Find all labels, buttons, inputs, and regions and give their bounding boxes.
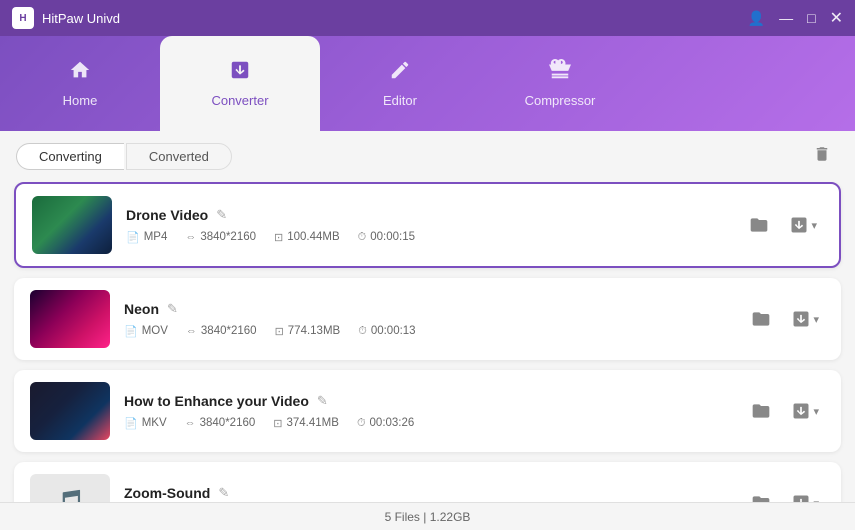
file-item-neon: Neon ✎ 📄 MOV ⇔ 3840*2160 ⊡ 774.13MB <box>14 278 841 360</box>
file-item-sound: 🎵 Zoom-Sound ✎ 📄 M4A ⇔ 320kbps <box>14 462 841 502</box>
folder-btn-enhance[interactable] <box>745 397 777 425</box>
meta-duration-neon: ⏱ 00:00:13 <box>358 325 415 338</box>
file-name-enhance: How to Enhance your Video <box>124 393 309 409</box>
thumbnail-sound: 🎵 <box>30 474 110 502</box>
meta-format-enhance: 📄 MKV <box>124 417 167 430</box>
account-icon[interactable]: 👤 <box>748 10 765 27</box>
subtab-converted[interactable]: Converted <box>126 143 232 170</box>
duration-icon-drone: ⏱ <box>358 231 367 244</box>
convert-btn-sound[interactable]: ▾ <box>785 489 825 502</box>
status-text: 5 Files | 1.22GB <box>385 510 471 524</box>
format-icon-drone: 📄 <box>126 231 140 244</box>
compressor-icon <box>549 59 571 87</box>
minimize-icon[interactable]: — <box>779 10 793 26</box>
title-bar: H HitPaw Univd 👤 — □ ✕ <box>0 0 855 36</box>
editor-icon <box>389 59 411 87</box>
file-info-drone: Drone Video ✎ 📄 MP4 ⇔ 3840*2160 ⊡ 100.44… <box>126 207 729 244</box>
convert-btn-neon[interactable]: ▾ <box>785 305 825 333</box>
folder-btn-drone[interactable] <box>743 211 775 239</box>
edit-icon-sound[interactable]: ✎ <box>218 485 229 501</box>
meta-duration-enhance: ⏱ 00:03:26 <box>357 417 414 430</box>
title-bar-controls: 👤 — □ ✕ <box>748 8 843 28</box>
tab-converter-label: Converter <box>211 93 268 108</box>
maximize-icon[interactable]: □ <box>807 10 815 26</box>
edit-icon-drone[interactable]: ✎ <box>216 207 227 223</box>
meta-resolution-enhance: ⇔ 3840*2160 <box>185 417 256 429</box>
title-bar-left: H HitPaw Univd <box>12 7 120 29</box>
file-actions-drone: ▾ <box>743 211 823 239</box>
meta-size-drone: ⊡ 100.44MB <box>274 231 340 244</box>
subtab-converting[interactable]: Converting <box>16 143 124 170</box>
meta-size-enhance: ⊡ 374.41MB <box>273 417 339 430</box>
tab-editor-label: Editor <box>383 93 417 108</box>
file-item-drone: Drone Video ✎ 📄 MP4 ⇔ 3840*2160 ⊡ 100.44… <box>14 182 841 268</box>
nav-bar: Home Converter Editor Compressor <box>0 36 855 131</box>
folder-btn-neon[interactable] <box>745 305 777 333</box>
main-content: Converting Converted Drone Video ✎ 📄 M <box>0 131 855 530</box>
file-list: Drone Video ✎ 📄 MP4 ⇔ 3840*2160 ⊡ 100.44… <box>0 182 855 502</box>
file-name-sound: Zoom-Sound <box>124 485 210 501</box>
edit-icon-enhance[interactable]: ✎ <box>317 393 328 409</box>
thumbnail-enhance <box>30 382 110 440</box>
edit-icon-neon[interactable]: ✎ <box>167 301 178 317</box>
convert-btn-enhance[interactable]: ▾ <box>785 397 825 425</box>
thumbnail-neon <box>30 290 110 348</box>
home-icon <box>69 59 91 87</box>
resolution-icon-drone: ⇔ <box>185 231 196 243</box>
convert-btn-drone[interactable]: ▾ <box>783 211 823 239</box>
tab-compressor[interactable]: Compressor <box>480 36 640 131</box>
convert-chevron-drone: ▾ <box>811 219 817 232</box>
file-actions-enhance: ▾ <box>745 397 825 425</box>
file-name-row-sound: Zoom-Sound ✎ <box>124 485 731 501</box>
sub-tabs-bar: Converting Converted <box>0 131 855 182</box>
status-bar: 5 Files | 1.22GB <box>0 502 855 530</box>
meta-resolution-neon: ⇔ 3840*2160 <box>186 325 257 337</box>
app-logo: H <box>12 7 34 29</box>
delete-all-button[interactable] <box>805 141 839 172</box>
tab-converter[interactable]: Converter <box>160 36 320 131</box>
file-name-neon: Neon <box>124 301 159 317</box>
thumbnail-drone <box>32 196 112 254</box>
sub-tabs-left: Converting Converted <box>16 143 232 170</box>
music-icon: 🎵 <box>54 488 86 503</box>
folder-btn-sound[interactable] <box>745 489 777 502</box>
meta-format-drone: 📄 MP4 <box>126 231 167 244</box>
file-info-enhance: How to Enhance your Video ✎ 📄 MKV ⇔ 3840… <box>124 393 731 430</box>
tab-editor[interactable]: Editor <box>320 36 480 131</box>
meta-resolution-drone: ⇔ 3840*2160 <box>185 231 256 243</box>
tab-compressor-label: Compressor <box>525 93 596 108</box>
meta-duration-drone: ⏱ 00:00:15 <box>358 231 415 244</box>
file-name-row-neon: Neon ✎ <box>124 301 731 317</box>
file-meta-neon: 📄 MOV ⇔ 3840*2160 ⊡ 774.13MB ⏱ 00:00:13 <box>124 325 731 338</box>
file-item-enhance: How to Enhance your Video ✎ 📄 MKV ⇔ 3840… <box>14 370 841 452</box>
convert-chevron-neon: ▾ <box>813 313 819 326</box>
meta-size-neon: ⊡ 774.13MB <box>275 325 341 338</box>
app-title: HitPaw Univd <box>42 11 120 26</box>
file-name-row-drone: Drone Video ✎ <box>126 207 729 223</box>
file-name-row-enhance: How to Enhance your Video ✎ <box>124 393 731 409</box>
tab-home-label: Home <box>63 93 98 108</box>
close-icon[interactable]: ✕ <box>830 8 843 28</box>
file-meta-drone: 📄 MP4 ⇔ 3840*2160 ⊡ 100.44MB ⏱ 00:00:15 <box>126 231 729 244</box>
size-icon-drone: ⊡ <box>274 231 283 244</box>
file-name-drone: Drone Video <box>126 207 208 223</box>
converter-icon <box>229 59 251 87</box>
file-meta-enhance: 📄 MKV ⇔ 3840*2160 ⊡ 374.41MB ⏱ 00:03:26 <box>124 417 731 430</box>
tab-home[interactable]: Home <box>0 36 160 131</box>
meta-format-neon: 📄 MOV <box>124 325 168 338</box>
file-actions-neon: ▾ <box>745 305 825 333</box>
file-actions-sound: ▾ <box>745 489 825 502</box>
file-info-neon: Neon ✎ 📄 MOV ⇔ 3840*2160 ⊡ 774.13MB <box>124 301 731 338</box>
convert-chevron-enhance: ▾ <box>813 405 819 418</box>
file-info-sound: Zoom-Sound ✎ 📄 M4A ⇔ 320kbps ⊡ 142.88KB <box>124 485 731 503</box>
